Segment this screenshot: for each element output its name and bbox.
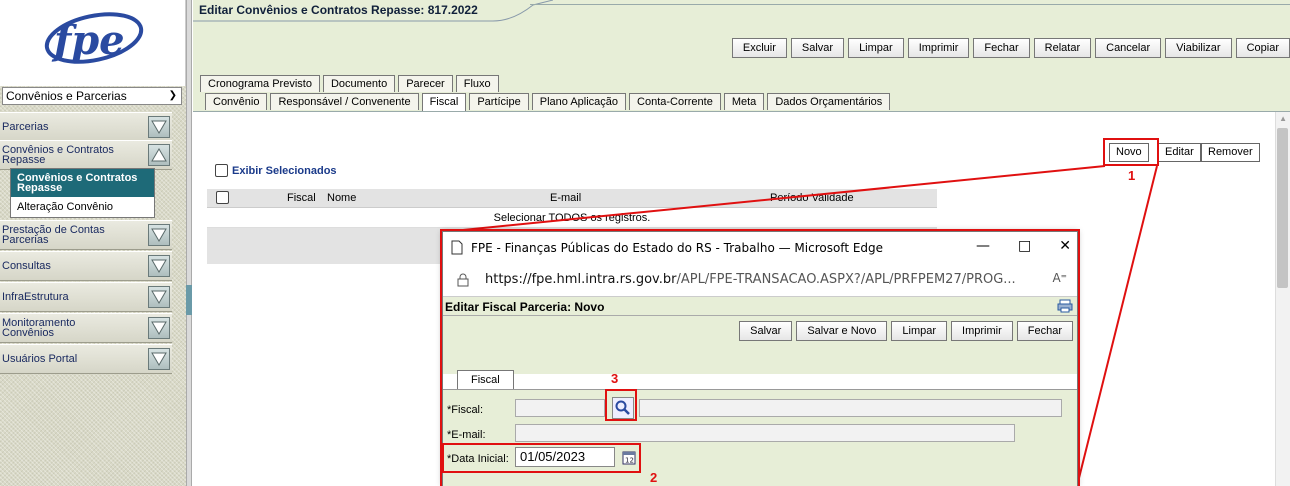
sidebar-item-label: Parcerias	[2, 121, 49, 133]
fechar-button[interactable]: Fechar	[973, 38, 1030, 58]
remover-button[interactable]: Remover	[1201, 143, 1260, 162]
sidebar-item-usuarios[interactable]: Usuários Portal	[0, 344, 172, 374]
main-toolbar: Excluir Salvar Limpar Imprimir Fechar Re…	[731, 38, 1290, 58]
sidebar-item-convenios[interactable]: Convênios e Contratos Repasse	[0, 140, 172, 170]
salvar-button[interactable]: Salvar	[790, 38, 845, 58]
sidebar-item-parcerias[interactable]: Parcerias	[0, 112, 172, 142]
expand-arrow-icon[interactable]	[148, 348, 170, 370]
col-fiscal[interactable]: Fiscal	[287, 192, 316, 204]
tab-convenio[interactable]: Convênio	[205, 93, 268, 110]
editar-button[interactable]: Editar	[1158, 143, 1201, 162]
logo-area: fpe	[0, 0, 186, 86]
fpe-logo: fpe	[44, 12, 144, 64]
sidebar-item-label: InfraEstrutura	[2, 291, 69, 303]
expand-arrow-icon[interactable]	[148, 224, 170, 246]
sidebar-item-label: Monitoramento Convênios	[2, 317, 76, 339]
tab-fiscal[interactable]: Fiscal	[421, 93, 467, 111]
svg-text:fpe: fpe	[51, 17, 125, 64]
tab-participe[interactable]: Partícipe	[469, 93, 529, 110]
scroll-up-icon[interactable]: ▲	[1279, 114, 1287, 123]
sidebar-item-label: Prestação de Contas Parcerias	[2, 224, 105, 246]
grid-header: Fiscal Nome E-mail Período Validade	[207, 189, 937, 208]
tab-plano-aplicacao[interactable]: Plano Aplicação	[531, 93, 627, 110]
module-select-value: Convênios e Parcerias	[6, 89, 127, 103]
sidebar-submenu: Convênios e Contratos Repasse Alteração …	[10, 168, 155, 218]
scroll-thumb[interactable]	[1277, 128, 1288, 288]
col-periodo[interactable]: Período Validade	[770, 192, 854, 204]
cancelar-button[interactable]: Cancelar	[1095, 38, 1162, 58]
tab-parecer[interactable]: Parecer	[398, 75, 453, 92]
expand-arrow-icon[interactable]	[148, 255, 170, 277]
tabs-row-2: Convênio Responsável / Convenente Fiscal…	[205, 93, 891, 111]
copiar-button[interactable]: Copiar	[1235, 38, 1290, 58]
tab-fluxo[interactable]: Fluxo	[455, 75, 499, 92]
imprimir-button[interactable]: Imprimir	[907, 38, 970, 58]
tab-documento[interactable]: Documento	[322, 75, 396, 92]
excluir-button[interactable]: Excluir	[731, 38, 787, 58]
select-all-checkbox[interactable]	[216, 191, 229, 204]
annotation-box-1	[1103, 138, 1159, 166]
sidebar-item-monitoramento[interactable]: Monitoramento Convênios	[0, 313, 172, 343]
tab-dados-orcamentarios[interactable]: Dados Orçamentários	[767, 93, 891, 110]
sidebar-item-prestacao[interactable]: Prestação de Contas Parcerias	[0, 220, 172, 250]
title-tab-shape	[193, 0, 553, 22]
title-divider	[530, 4, 1290, 5]
sidebar-item-consultas[interactable]: Consultas	[0, 251, 172, 281]
relatar-button[interactable]: Relatar	[1033, 38, 1092, 58]
expand-arrow-icon[interactable]	[148, 116, 170, 138]
submenu-item-alteracao[interactable]: Alteração Convênio	[11, 197, 154, 217]
collapse-arrow-icon[interactable]	[148, 144, 170, 166]
submenu-item-convenios-contratos[interactable]: Convênios e Contratos Repasse	[11, 169, 154, 197]
tab-responsavel[interactable]: Responsável / Convenente	[270, 93, 419, 110]
tab-conta-corrente[interactable]: Conta-Corrente	[629, 93, 721, 110]
sidebar-collapse-handle[interactable]	[186, 285, 192, 315]
sidebar-item-label: Convênios e Contratos Repasse	[2, 144, 114, 166]
sidebar-collapse-bar[interactable]	[186, 0, 192, 486]
sidebar-item-label: Consultas	[2, 260, 51, 272]
sidebar-item-infraestrutura[interactable]: InfraEstrutura	[0, 282, 172, 312]
limpar-button[interactable]: Limpar	[848, 38, 904, 58]
exibir-checkbox[interactable]	[215, 164, 228, 177]
tab-cronograma[interactable]: Cronograma Previsto	[200, 75, 320, 92]
expand-arrow-icon[interactable]	[148, 286, 170, 308]
select-all-row[interactable]: Selecionar TODOS os registros.	[207, 209, 937, 228]
tabs-row-1: Cronograma Previsto Documento Parecer Fl…	[200, 75, 499, 92]
module-select[interactable]: Convênios e Parcerias ❯	[2, 87, 182, 105]
annotation-popup-outline	[440, 229, 1080, 486]
expand-arrow-icon[interactable]	[148, 317, 170, 339]
exibir-selecionados[interactable]: Exibir Selecionados	[215, 164, 337, 177]
annotation-number-1: 1	[1128, 168, 1136, 183]
tab-meta[interactable]: Meta	[723, 93, 765, 110]
col-nome[interactable]: Nome	[327, 192, 356, 204]
sidebar-item-label: Usuários Portal	[2, 353, 78, 365]
col-email[interactable]: E-mail	[550, 192, 581, 204]
chevron-down-icon: ❯	[168, 90, 177, 101]
viabilizar-button[interactable]: Viabilizar	[1165, 38, 1232, 58]
exibir-label: Exibir Selecionados	[232, 164, 337, 177]
